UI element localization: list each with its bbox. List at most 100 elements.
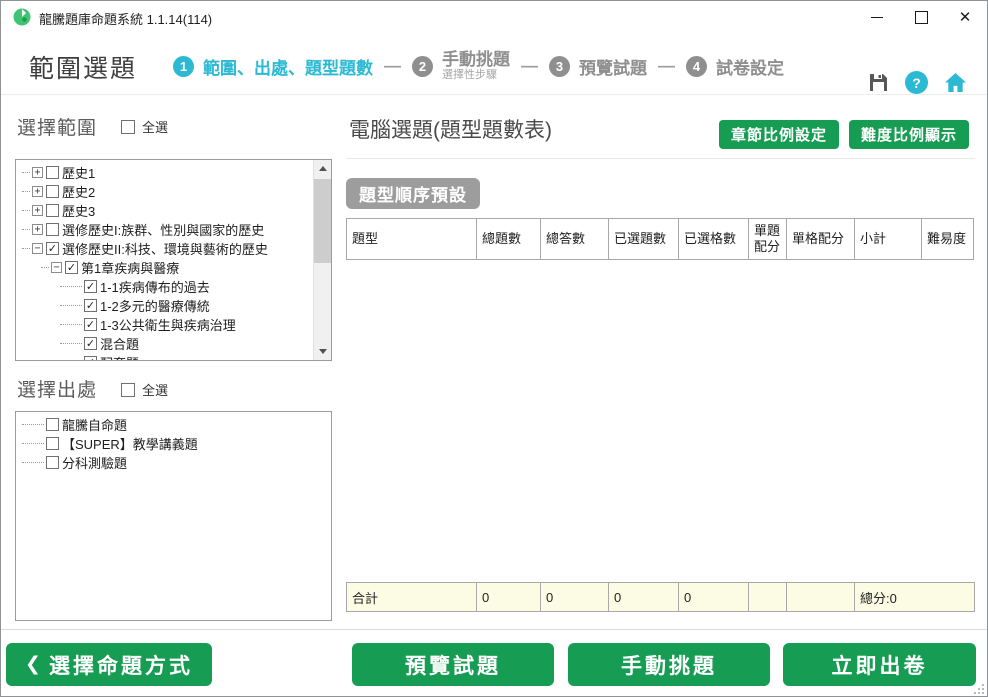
help-icon[interactable]: ? [905, 71, 928, 94]
tree-connector [60, 305, 82, 306]
collapse-minus-icon[interactable]: − [32, 243, 43, 254]
range-tree-item-row[interactable]: ✓ 混合題 [22, 334, 329, 353]
range-tree-item-checkbox[interactable] [46, 185, 59, 198]
range-tree-item-label: 選修歷史II:科技、環境與藝術的歷史 [62, 242, 268, 257]
resize-grip-icon[interactable] [974, 684, 984, 694]
home-icon[interactable] [944, 72, 967, 93]
range-tree-item-checkbox[interactable] [46, 204, 59, 217]
range-tree-item-row[interactable]: ✓ 1-1疾病傳布的過去 [22, 277, 329, 296]
source-select-all-checkbox[interactable] [121, 382, 135, 397]
bottom-bar: ❮ 選擇命題方式 預覽試題 手動挑題 立即出卷 [1, 629, 987, 696]
step-3-circle: 3 [549, 55, 570, 77]
table-header-cell: 總題數 [476, 218, 541, 260]
source-item-label: 分科測驗題 [62, 456, 128, 471]
save-icon[interactable] [868, 72, 889, 93]
app-window: 龍騰題庫命題系統 1.1.14(114) ✕ 範圍選題 1 範圍、出處、題型題數… [0, 0, 988, 697]
source-select-all[interactable]: 全選 [121, 380, 168, 399]
manual-pick-button[interactable]: 手動挑題 [568, 643, 770, 686]
panel-divider [346, 158, 975, 159]
generate-paper-button[interactable]: 立即出卷 [783, 643, 976, 686]
back-button-label: 選擇命題方式 [48, 654, 193, 678]
range-tree-item-checkbox[interactable] [46, 223, 59, 236]
range-tree-item-row[interactable]: + 歷史2 [22, 182, 329, 201]
tree-connector [60, 286, 82, 287]
tree-connector [60, 324, 82, 325]
table-header-cell: 已選題數 [608, 218, 679, 260]
page-title: 範圍選題 [29, 55, 138, 83]
range-tree-item-label: 選修歷史I:族群、性別與國家的歷史 [62, 223, 265, 238]
table-header-cell: 總答數 [540, 218, 609, 260]
range-tree-item-row[interactable]: + 歷史1 [22, 163, 329, 182]
page-header: 範圍選題 1 範圍、出處、題型題數 — 2 手動挑題 選擇性步驟 — 3 預覽試… [1, 33, 987, 95]
source-item-row[interactable]: 龍騰自命題 [22, 415, 329, 434]
range-tree-item-label: 歷史2 [62, 185, 96, 200]
range-tree-item-checkbox[interactable]: ✓ [84, 318, 97, 331]
scrollbar-thumb[interactable] [314, 179, 331, 263]
app-logo-icon [13, 8, 31, 26]
range-tree-item-checkbox[interactable]: ✓ [84, 280, 97, 293]
minimize-icon [871, 16, 883, 18]
tree-connector [22, 443, 44, 444]
table-footer-cell: 合計 [346, 582, 477, 612]
back-arrow-icon: ❮ [25, 654, 41, 675]
range-tree-item-row[interactable]: + 歷史3 [22, 201, 329, 220]
source-list: 龍騰自命題 【SUPER】教學講義題分科測驗題 [16, 412, 331, 472]
expand-plus-icon[interactable]: + [32, 224, 43, 235]
chapter-ratio-button[interactable]: 章節比例設定 [718, 120, 839, 149]
table-footer-cell: 0 [540, 582, 609, 612]
table-footer-cell [748, 582, 787, 612]
table-footer-cell: 總分:0 [854, 582, 975, 612]
range-tree-item-row[interactable]: − ✓ 第1章疾病與醫療 [22, 258, 329, 277]
source-item-row[interactable]: 分科測驗題 [22, 453, 329, 472]
range-tree-scrollbar[interactable] [313, 160, 331, 360]
source-item-checkbox[interactable] [46, 456, 59, 469]
range-tree-item-row[interactable]: − ✓ 選修歷史II:科技、環境與藝術的歷史 [22, 239, 329, 258]
range-tree-item-checkbox[interactable]: ✓ [84, 356, 97, 360]
tree-connector [41, 267, 49, 268]
table-header-cell: 小計 [854, 218, 922, 260]
preview-questions-button[interactable]: 預覽試題 [352, 643, 554, 686]
type-order-button[interactable]: 題型順序預設 [346, 178, 480, 209]
source-item-checkbox[interactable] [46, 437, 59, 450]
range-tree-item-checkbox[interactable]: ✓ [65, 261, 78, 274]
step-separator: — [658, 56, 675, 75]
table-footer-cell [786, 582, 855, 612]
maximize-icon [914, 10, 928, 24]
difficulty-ratio-button[interactable]: 難度比例顯示 [848, 120, 969, 149]
range-tree-item-row[interactable]: ✓ 1-2多元的醫療傳統 [22, 296, 329, 315]
range-tree-item-row[interactable]: + 選修歷史I:族群、性別與國家的歷史 [22, 220, 329, 239]
question-type-table-header: 題型 總題數 總答數 已選題數 已選格數 單題配分 單格配分 小計 難易度 [346, 218, 974, 260]
range-tree-item-row[interactable]: ✓配套題 [22, 353, 329, 360]
step-navigation: 1 範圍、出處、題型題數 — 2 手動挑題 選擇性步驟 — 3 預覽試題 — 4… [173, 43, 784, 89]
expand-plus-icon[interactable]: + [32, 186, 43, 197]
step-4-circle: 4 [686, 55, 707, 77]
expand-plus-icon[interactable]: + [32, 205, 43, 216]
step-3-label: 預覽試題 [579, 58, 647, 78]
range-tree-item-checkbox[interactable]: ✓ [84, 299, 97, 312]
scroll-up-icon[interactable] [314, 160, 331, 177]
back-to-method-button[interactable]: ❮ 選擇命題方式 [6, 643, 212, 686]
range-select-all[interactable]: 全選 [121, 117, 168, 136]
source-item-row[interactable]: 【SUPER】教學講義題 [22, 434, 329, 453]
range-tree-item-label: 1-2多元的醫療傳統 [100, 299, 210, 314]
range-tree-item-checkbox[interactable]: ✓ [84, 337, 97, 350]
maximize-button[interactable] [899, 1, 943, 33]
range-tree: + 歷史1 + 歷史2 + 歷史3 + 選修歷史I:族群、性別與國家的歷史 − ✓ 選修歷史II:科… [16, 160, 331, 360]
expand-plus-icon[interactable]: + [32, 167, 43, 178]
tree-connector [60, 343, 82, 344]
tree-connector [22, 191, 30, 192]
collapse-minus-icon[interactable]: − [51, 262, 62, 273]
scroll-down-icon[interactable] [314, 343, 331, 360]
tree-connector [22, 424, 44, 425]
range-tree-item-checkbox[interactable] [46, 166, 59, 179]
source-item-checkbox[interactable] [46, 418, 59, 431]
range-tree-item-row[interactable]: ✓ 1-3公共衛生與疾病治理 [22, 315, 329, 334]
range-tree-item-checkbox[interactable]: ✓ [46, 242, 59, 255]
step-1-label: 範圍、出處、題型題數 [203, 58, 373, 78]
minimize-button[interactable] [855, 1, 899, 33]
window-title: 龍騰題庫命題系統 1.1.14(114) [39, 12, 213, 27]
close-button[interactable]: ✕ [943, 1, 987, 33]
range-select-all-checkbox[interactable] [121, 119, 135, 134]
step-4-label: 試卷設定 [716, 58, 784, 78]
titlebar: 龍騰題庫命題系統 1.1.14(114) ✕ [1, 1, 987, 33]
